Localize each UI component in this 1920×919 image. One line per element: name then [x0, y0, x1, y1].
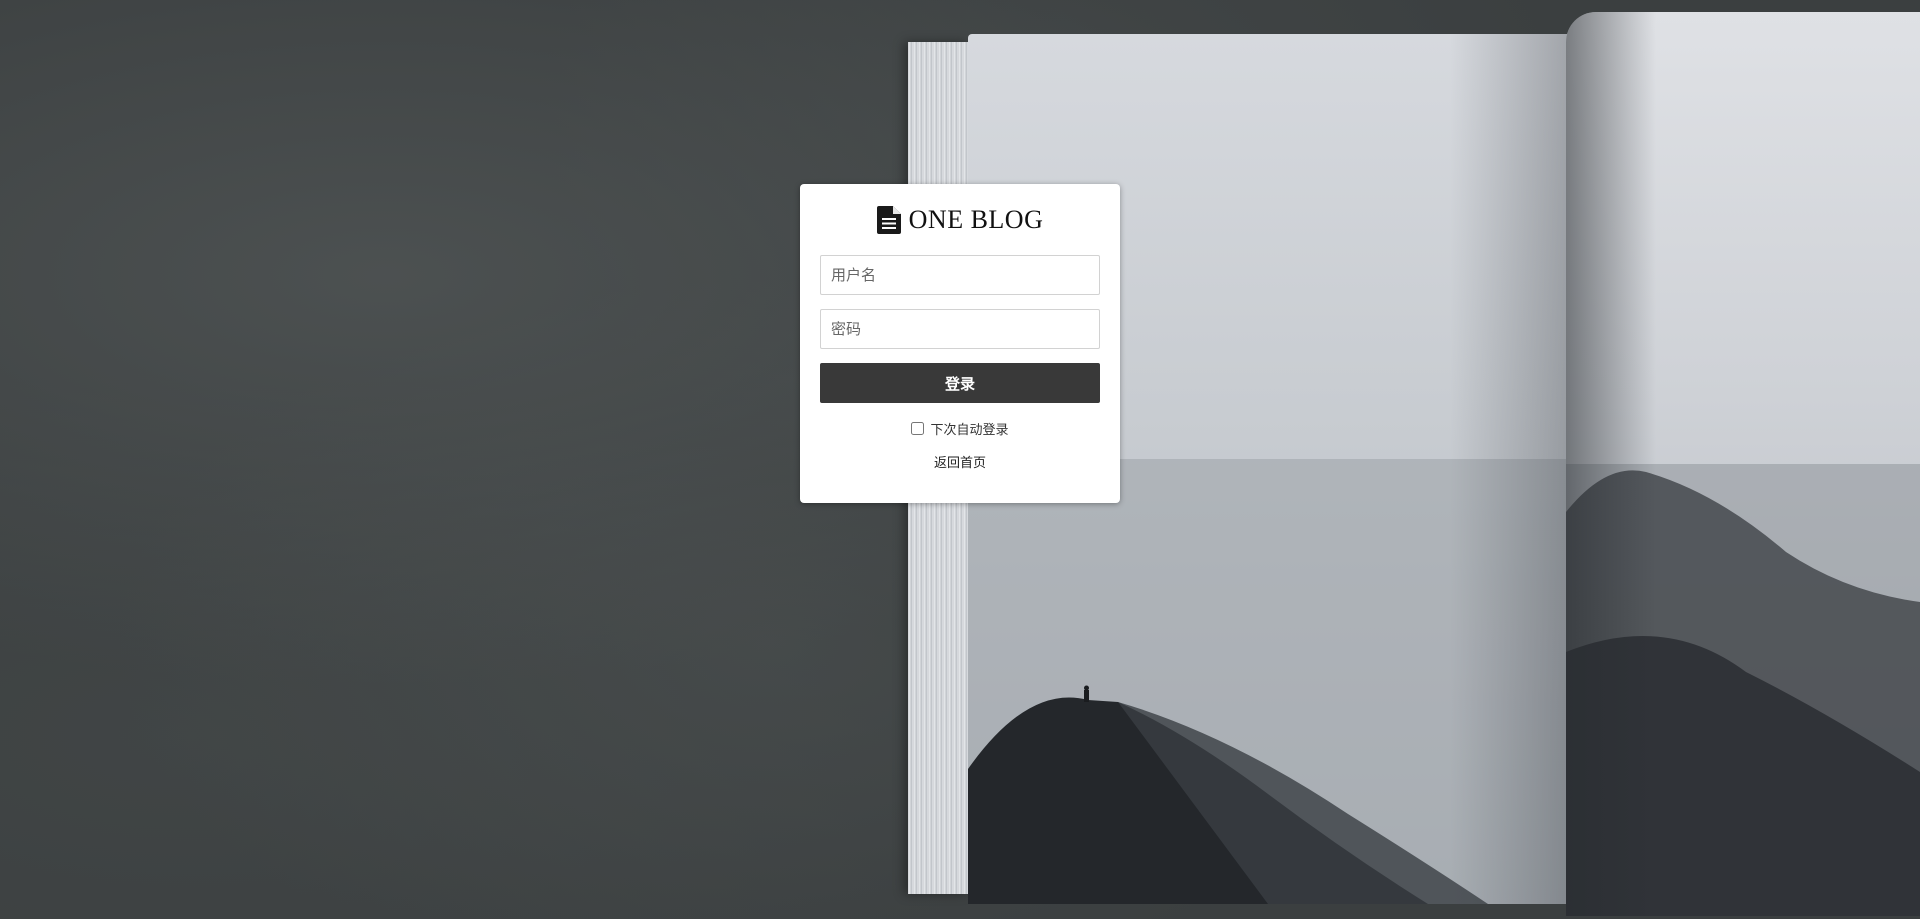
remember-me-checkbox[interactable]	[911, 422, 925, 435]
book-right-page	[1566, 12, 1920, 916]
document-icon	[876, 206, 901, 234]
brand-logo: ONE BLOG	[820, 205, 1100, 235]
back-home-link[interactable]: 返回首页	[934, 456, 986, 471]
remember-me-row: 下次自动登录	[820, 419, 1100, 438]
back-home-row: 返回首页	[820, 452, 1100, 471]
login-button[interactable]: 登录	[820, 363, 1100, 403]
book-fold-shadow	[1566, 12, 1656, 916]
book-spine-shadow	[1450, 34, 1570, 904]
brand-name: ONE BLOG	[908, 205, 1044, 234]
password-input[interactable]	[820, 309, 1100, 349]
remember-me-label[interactable]: 下次自动登录	[930, 419, 1008, 438]
username-input[interactable]	[820, 255, 1100, 295]
login-card: ONE BLOG 登录 下次自动登录 返回首页	[800, 184, 1120, 503]
